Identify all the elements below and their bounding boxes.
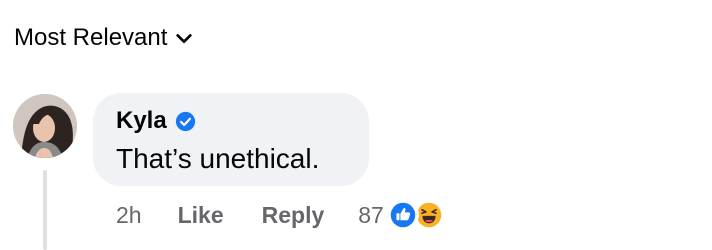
verified-badge-icon <box>175 111 195 131</box>
thread-line <box>43 170 47 250</box>
chevron-down-icon <box>176 34 193 44</box>
like-button[interactable]: Like <box>178 202 224 229</box>
comment-timestamp[interactable]: 2h <box>116 202 142 229</box>
reactions-summary[interactable]: 87 <box>358 199 445 231</box>
avatar[interactable] <box>13 94 77 158</box>
like-reaction-icon <box>386 199 419 231</box>
comment-author-name[interactable]: Kyla <box>116 107 167 135</box>
comment-section: Most Relevant Kyla That’s unethical. 2h … <box>0 0 712 250</box>
comment-actions: 2h Like Reply 87 <box>116 198 445 232</box>
comment-text: That’s unethical. <box>116 143 320 174</box>
sort-dropdown[interactable]: Most Relevant <box>14 24 193 52</box>
sort-label: Most Relevant <box>14 24 168 51</box>
avatar-photo <box>13 94 77 158</box>
reply-button[interactable]: Reply <box>262 202 325 229</box>
reaction-count: 87 <box>358 201 384 228</box>
comment-bubble: Kyla That’s unethical. <box>93 93 369 186</box>
